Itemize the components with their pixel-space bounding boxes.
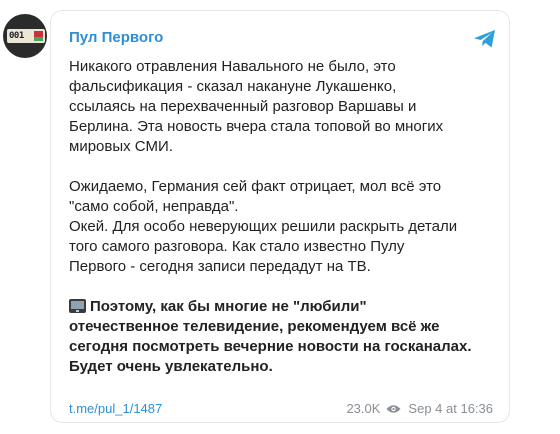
text-line: Никакого отравления Навального не было, … xyxy=(69,58,396,75)
paragraph-1: Никакого отравления Навального не было, … xyxy=(69,57,499,157)
view-count: 23.0K xyxy=(346,401,381,416)
text-line: Будет очень увлекательно. xyxy=(69,358,273,375)
text-line: Первого - сегодня записи передадут на ТВ… xyxy=(69,258,371,275)
eye-icon xyxy=(386,404,401,413)
text-line: отечественное телевидение, рекомендуем в… xyxy=(69,318,440,335)
text-line: Окей. Для особо неверующих решили раскры… xyxy=(69,218,458,235)
channel-avatar[interactable]: 001 xyxy=(3,14,47,58)
text-line: Поэтому, как бы многие не "любили" xyxy=(90,298,367,315)
flag-icon xyxy=(34,31,43,41)
television-icon xyxy=(69,299,86,313)
post-date[interactable]: Sep 4 at 16:36 xyxy=(408,401,493,416)
post-meta: 23.0K Sep 4 at 16:36 xyxy=(346,401,493,416)
paragraph-3: Поэтому, как бы многие не "любили" отече… xyxy=(69,297,499,377)
text-line: того самого разговора. Как стало известн… xyxy=(69,238,405,255)
post-link[interactable]: t.me/pul_1/1487 xyxy=(69,401,162,416)
telegram-logo-icon[interactable] xyxy=(473,29,497,49)
channel-name-link[interactable]: Пул Первого xyxy=(69,29,163,46)
text-line: Ожидаемо, Германия сей факт отрицает, мо… xyxy=(69,178,442,195)
text-line: "само собой, неправда". xyxy=(69,198,239,215)
message-text: Никакого отравления Навального не было, … xyxy=(69,57,499,377)
text-line: Берлина. Эта новость вчера стала топовой… xyxy=(69,118,444,135)
text-line: мировых СМИ. xyxy=(69,138,173,155)
post-card: Пул Первого Никакого отравления Навально… xyxy=(50,10,510,423)
text-line: ссылаясь на перехваченный разговор Варша… xyxy=(69,98,417,115)
paragraph-2: Ожидаемо, Германия сей факт отрицает, мо… xyxy=(69,177,499,277)
text-line: фальсификация - сказал накануне Лукашенк… xyxy=(69,78,397,95)
text-line: сегодня посмотреть вечерние новости на г… xyxy=(69,338,472,355)
